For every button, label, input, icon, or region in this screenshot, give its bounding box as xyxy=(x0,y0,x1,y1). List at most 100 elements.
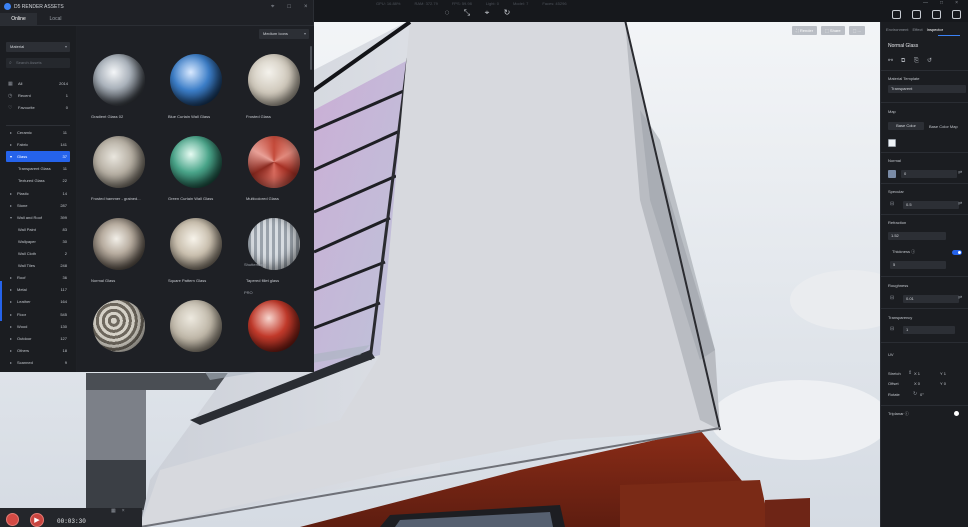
rotate-value[interactable]: 0° xyxy=(920,392,924,397)
category-count: 37 xyxy=(62,154,67,160)
category-item[interactable]: Textured Glass 22 xyxy=(6,175,70,186)
category-item[interactable]: Wall Tiles 248 xyxy=(6,260,70,271)
base-color-map-tab[interactable]: Base Color Map xyxy=(929,124,958,129)
lock-icon[interactable]: ⇕ xyxy=(908,370,912,376)
category-count: 83 xyxy=(62,226,67,232)
category-item[interactable]: ▸ Plastic 14 xyxy=(6,188,70,199)
category-item[interactable]: ▾ Glass 37 xyxy=(6,151,70,163)
offset-x[interactable]: X 0 xyxy=(914,381,920,386)
video-icon[interactable] xyxy=(932,10,941,19)
play-button[interactable]: ▶ xyxy=(30,513,44,527)
camera-icon[interactable] xyxy=(912,10,921,19)
paste-icon[interactable]: ⎘ xyxy=(914,58,920,64)
normal-field[interactable]: 0 xyxy=(901,170,957,178)
category-item[interactable]: Wall Paint 83 xyxy=(6,224,70,235)
category-item[interactable]: Wallpaper 30 xyxy=(6,236,70,247)
category-item[interactable]: ▸ Leather 164 xyxy=(6,296,70,307)
pin-icon[interactable]: ⌖ xyxy=(271,4,274,11)
more-button[interactable]: ⬚ ... xyxy=(848,26,865,35)
category-count: 130 xyxy=(60,323,67,329)
adjust-icon[interactable]: ⇌ xyxy=(958,295,962,301)
quick-label: Recent xyxy=(18,93,31,98)
normal-value: 0 xyxy=(904,171,907,176)
base-color-tab-label: Base Color xyxy=(896,123,916,128)
base-color-tab[interactable]: Base Color xyxy=(888,122,924,130)
tab-online[interactable]: Online xyxy=(0,13,37,25)
share-button[interactable]: ⬚ Share xyxy=(821,26,845,35)
category-item[interactable]: ▸ Outdoor 127 xyxy=(6,333,70,344)
template-select[interactable]: Transparent xyxy=(888,85,966,93)
offset-y[interactable]: Y 0 xyxy=(940,381,946,386)
thickness-field[interactable]: 5 xyxy=(890,261,946,269)
transparency-icon: ⊟ xyxy=(890,326,895,332)
divider xyxy=(881,183,968,184)
close-icon[interactable]: × xyxy=(304,4,308,11)
category-item[interactable]: ▸ Metal 117 xyxy=(6,284,70,295)
tab-inspector[interactable]: Inspector xyxy=(927,25,943,35)
triplanar-toggle[interactable] xyxy=(954,411,959,416)
asset-label: Frosted Glass xyxy=(246,114,271,119)
copy-icon[interactable]: ⧉ xyxy=(901,58,907,64)
normal-swatch[interactable] xyxy=(888,170,896,178)
reset-icon[interactable]: ↺ xyxy=(927,58,933,64)
category-select[interactable]: Material ▾ xyxy=(6,42,70,52)
transparency-field[interactable]: 1 xyxy=(903,326,955,334)
close-icon[interactable]: × xyxy=(122,508,125,514)
thickness-label-text: Thickness xyxy=(892,249,911,254)
restore-icon[interactable]: □ xyxy=(287,4,291,11)
close-button[interactable]: × xyxy=(955,0,958,6)
measure-icon[interactable]: ⤡ xyxy=(463,9,471,17)
quick-favourite[interactable]: ♡ Favourite 0 xyxy=(8,103,68,113)
adjust-icon[interactable]: ⇌ xyxy=(958,170,962,176)
category-count: 30 xyxy=(62,238,67,244)
picker-icon[interactable]: ⌖ xyxy=(483,9,491,17)
base-color-swatch[interactable] xyxy=(888,139,896,147)
category-item[interactable]: ▸ Roof 36 xyxy=(6,272,70,283)
grid-scrollbar[interactable] xyxy=(310,46,312,70)
specular-field[interactable]: 0.5 xyxy=(903,201,959,209)
category-item[interactable]: ▸ Floor 545 xyxy=(6,309,70,320)
quick-all[interactable]: ▦ All 2014 xyxy=(8,79,68,89)
render-settings-icon[interactable] xyxy=(892,10,901,19)
category-item[interactable]: ▾ Wall and Roof 399 xyxy=(6,212,70,223)
tab-local[interactable]: Local xyxy=(37,13,74,25)
icon-size-value: Medium Icons xyxy=(263,31,288,36)
export-icon[interactable] xyxy=(952,10,961,19)
icon-size-select[interactable]: Medium Icons ▾ xyxy=(259,29,309,39)
link-icon[interactable]: ⚯ xyxy=(888,58,894,64)
minimize-button[interactable]: — xyxy=(923,0,928,6)
category-item[interactable]: Transparent Glass 11 xyxy=(6,163,70,174)
search-input[interactable]: ⌕ Search Assets xyxy=(6,58,70,68)
stretch-x[interactable]: X 1 xyxy=(914,371,920,376)
roughness-field[interactable]: 0.01 xyxy=(903,295,959,303)
category-label: Fabric xyxy=(17,142,29,148)
category-item[interactable]: ▸ Ceramic 11 xyxy=(6,127,70,138)
tab-environment[interactable]: Environment xyxy=(886,25,908,35)
category-label: Leather xyxy=(17,299,31,305)
thickness-toggle[interactable] xyxy=(952,250,962,255)
view-tools: ◌ ⤡ ⌖ ↻ xyxy=(443,9,511,17)
maximize-button[interactable]: □ xyxy=(940,0,943,6)
category-item[interactable]: ▸ Scanned 9 xyxy=(6,357,70,368)
quick-recent[interactable]: ◷ Recent 1 xyxy=(8,91,68,101)
bulb-icon[interactable]: ◌ xyxy=(443,9,451,17)
record-button[interactable] xyxy=(6,513,19,526)
render-button[interactable]: ⛶ Render xyxy=(792,26,818,35)
category-label: Wall Paint xyxy=(18,226,36,232)
category-item[interactable]: ▸ Stone 287 xyxy=(6,200,70,211)
category-item[interactable]: ▸ Wood 130 xyxy=(6,321,70,332)
divider xyxy=(881,405,968,406)
triplanar-text: Triplanar xyxy=(888,411,904,416)
chevron-right-icon: ▸ xyxy=(10,299,13,305)
refraction-field[interactable]: 1.52 xyxy=(888,232,946,240)
refresh-icon[interactable]: ↻ xyxy=(503,9,511,17)
category-item[interactable]: ▸ Others 18 xyxy=(6,345,70,356)
chevron-down-icon: ▾ xyxy=(10,214,13,220)
category-item[interactable]: ▸ Fabric 141 xyxy=(6,139,70,150)
tab-effect[interactable]: Effect xyxy=(912,25,922,35)
adjust-icon[interactable]: ⇌ xyxy=(958,201,962,207)
rotate-label: Rotate xyxy=(888,392,900,397)
stretch-y[interactable]: Y 1 xyxy=(940,371,946,376)
grid-icon[interactable]: ▦ xyxy=(111,508,116,514)
category-item[interactable]: Wall Cloth 2 xyxy=(6,248,70,259)
